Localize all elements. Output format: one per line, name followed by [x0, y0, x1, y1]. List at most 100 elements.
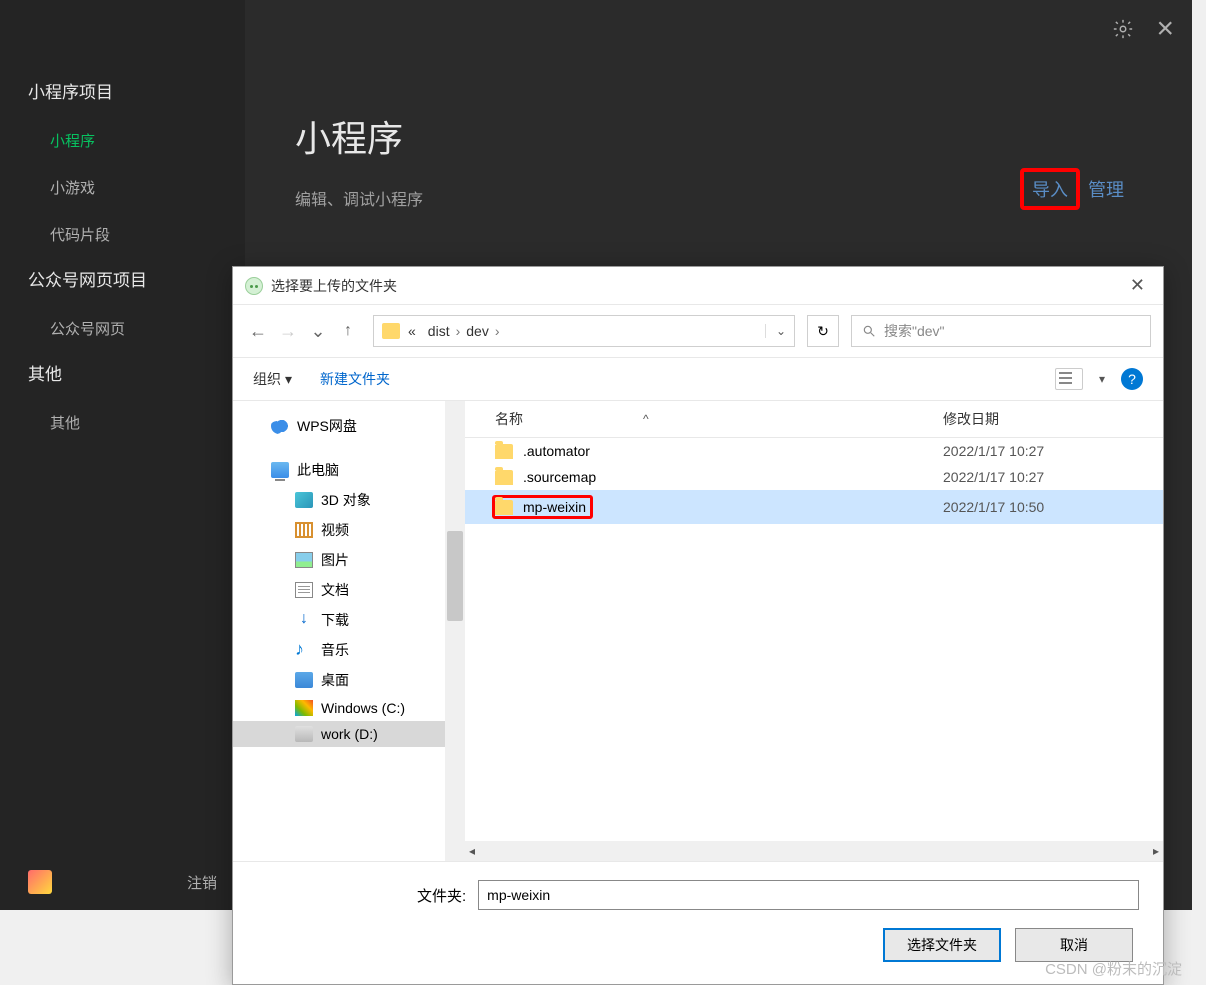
folder-icon — [495, 444, 513, 459]
watermark: CSDN @粉末的沉淀 — [1045, 958, 1182, 979]
page-actions: 导入 管理 — [1020, 168, 1132, 210]
logout-button[interactable]: 注销 — [187, 872, 217, 893]
search-placeholder: 搜索"dev" — [884, 321, 945, 341]
folder-name-input[interactable] — [478, 880, 1139, 910]
chevron-right-icon: › — [489, 323, 506, 339]
file-date: 2022/1/17 10:27 — [943, 443, 1163, 459]
scroll-left-icon[interactable]: ◂ — [469, 844, 475, 858]
music-icon — [295, 642, 313, 658]
sidebar-section-oa-web: 公众号网页项目 — [0, 258, 245, 305]
avatar[interactable] — [28, 870, 52, 894]
column-date[interactable]: 修改日期 — [943, 409, 1163, 429]
search-icon — [862, 324, 876, 338]
sort-asc-icon: ^ — [643, 412, 649, 426]
horizontal-scrollbar[interactable]: ◂▸ — [465, 841, 1163, 861]
organize-button[interactable]: 组织 ▾ — [253, 369, 292, 389]
tree-item-wps[interactable]: WPS网盘 — [233, 411, 445, 441]
help-icon[interactable]: ? — [1121, 368, 1143, 390]
breadcrumb-2[interactable]: dev — [466, 323, 489, 339]
folder-icon — [495, 470, 513, 485]
manage-button[interactable]: 管理 — [1080, 172, 1132, 206]
sidebar-section-other: 其他 — [0, 352, 245, 399]
nav-back-icon[interactable]: ← — [245, 318, 271, 344]
cloud-icon — [271, 418, 289, 434]
folder-input-label: 文件夹: — [417, 885, 466, 906]
file-list-header: 名称^ 修改日期 — [465, 401, 1163, 438]
dialog-titlebar: 选择要上传的文件夹 ✕ — [233, 267, 1163, 304]
sidebar-item-snippet[interactable]: 代码片段 — [0, 211, 245, 258]
video-icon — [295, 522, 313, 538]
tree-item-pictures[interactable]: 图片 — [233, 545, 445, 575]
pc-icon — [271, 462, 289, 478]
folder-icon — [495, 500, 513, 515]
document-icon — [295, 582, 313, 598]
file-row[interactable]: .sourcemap 2022/1/17 10:27 — [465, 464, 1163, 490]
select-folder-button[interactable]: 选择文件夹 — [883, 928, 1001, 962]
tree-item-drive-c[interactable]: Windows (C:) — [233, 695, 445, 721]
desktop-icon — [295, 672, 313, 688]
file-name: .automator — [523, 443, 590, 459]
gear-icon[interactable] — [1112, 18, 1134, 40]
tree-item-3d[interactable]: 3D 对象 — [233, 485, 445, 515]
sidebar-item-minigame[interactable]: 小游戏 — [0, 164, 245, 211]
dialog-close-icon[interactable]: ✕ — [1124, 275, 1151, 296]
tree-item-downloads[interactable]: 下载 — [233, 605, 445, 635]
sidebar: 小程序项目 小程序 小游戏 代码片段 公众号网页项目 公众号网页 其他 其他 注… — [0, 0, 245, 910]
tree-item-this-pc[interactable]: 此电脑 — [233, 455, 445, 485]
windows-drive-icon — [295, 700, 313, 716]
download-icon — [295, 612, 313, 628]
cancel-button[interactable]: 取消 — [1015, 928, 1133, 962]
nav-up-icon[interactable]: ↑ — [335, 318, 361, 344]
tree-item-documents[interactable]: 文档 — [233, 575, 445, 605]
view-options-button[interactable] — [1055, 368, 1083, 390]
file-row[interactable]: mp-weixin 2022/1/17 10:50 — [465, 490, 1163, 524]
refresh-button[interactable]: ↻ — [807, 315, 839, 347]
dialog-toolbar: 组织 ▾ 新建文件夹 ▾ ? — [233, 357, 1163, 400]
sidebar-section-miniprogram: 小程序项目 — [0, 70, 245, 117]
page-title: 小程序 — [295, 110, 1142, 162]
close-icon[interactable]: × — [1156, 14, 1174, 44]
breadcrumb-1[interactable]: dist — [428, 323, 450, 339]
chevron-down-icon[interactable]: ▾ — [1099, 372, 1105, 386]
tree-item-drive-d[interactable]: work (D:) — [233, 721, 445, 747]
nav-forward-icon[interactable]: → — [275, 318, 301, 344]
tree-item-desktop[interactable]: 桌面 — [233, 665, 445, 695]
sidebar-item-miniprogram[interactable]: 小程序 — [0, 117, 245, 164]
tree-scrollbar[interactable] — [445, 401, 465, 861]
chevron-right-icon: › — [450, 323, 467, 339]
annotation-highlight: mp-weixin — [492, 495, 593, 519]
wechat-icon — [245, 277, 263, 295]
tree-item-music[interactable]: 音乐 — [233, 635, 445, 665]
dialog-nav: ← → ⌄ ↑ « dist › dev › ⌄ ↻ 搜索"dev" — [233, 304, 1163, 357]
image-icon — [295, 552, 313, 568]
file-date: 2022/1/17 10:50 — [943, 499, 1163, 515]
3d-icon — [295, 492, 313, 508]
address-dropdown-icon[interactable]: ⌄ — [765, 324, 786, 338]
new-folder-button[interactable]: 新建文件夹 — [320, 369, 390, 389]
dialog-body: WPS网盘 此电脑 3D 对象 视频 图片 文档 下载 音乐 桌面 Window… — [233, 400, 1163, 862]
address-bar[interactable]: « dist › dev › ⌄ — [373, 315, 795, 347]
breadcrumb-prefix: « — [408, 323, 416, 339]
sidebar-footer: 注销 — [0, 854, 245, 910]
file-row[interactable]: .automator 2022/1/17 10:27 — [465, 438, 1163, 464]
sidebar-item-oa-web[interactable]: 公众号网页 — [0, 305, 245, 352]
dialog-title: 选择要上传的文件夹 — [271, 276, 397, 296]
nav-recent-icon[interactable]: ⌄ — [305, 318, 331, 344]
file-list: 名称^ 修改日期 .automator 2022/1/17 10:27 .sou… — [465, 401, 1163, 861]
window-controls: × — [1112, 14, 1174, 44]
page-subtitle: 编辑、调试小程序 — [295, 186, 1142, 210]
folder-icon — [382, 323, 400, 339]
search-input[interactable]: 搜索"dev" — [851, 315, 1151, 347]
file-name: .sourcemap — [523, 469, 596, 485]
scroll-right-icon[interactable]: ▸ — [1153, 844, 1159, 858]
chevron-down-icon: ▾ — [285, 371, 292, 388]
column-name[interactable]: 名称^ — [465, 409, 943, 429]
dialog-footer: 文件夹: 选择文件夹 取消 — [233, 862, 1163, 984]
scrollbar-thumb[interactable] — [447, 531, 463, 621]
sidebar-item-other[interactable]: 其他 — [0, 399, 245, 446]
import-button[interactable]: 导入 — [1020, 168, 1080, 210]
file-date: 2022/1/17 10:27 — [943, 469, 1163, 485]
tree-item-videos[interactable]: 视频 — [233, 515, 445, 545]
folder-picker-dialog: 选择要上传的文件夹 ✕ ← → ⌄ ↑ « dist › dev › ⌄ ↻ 搜… — [232, 266, 1164, 985]
drive-icon — [295, 726, 313, 742]
